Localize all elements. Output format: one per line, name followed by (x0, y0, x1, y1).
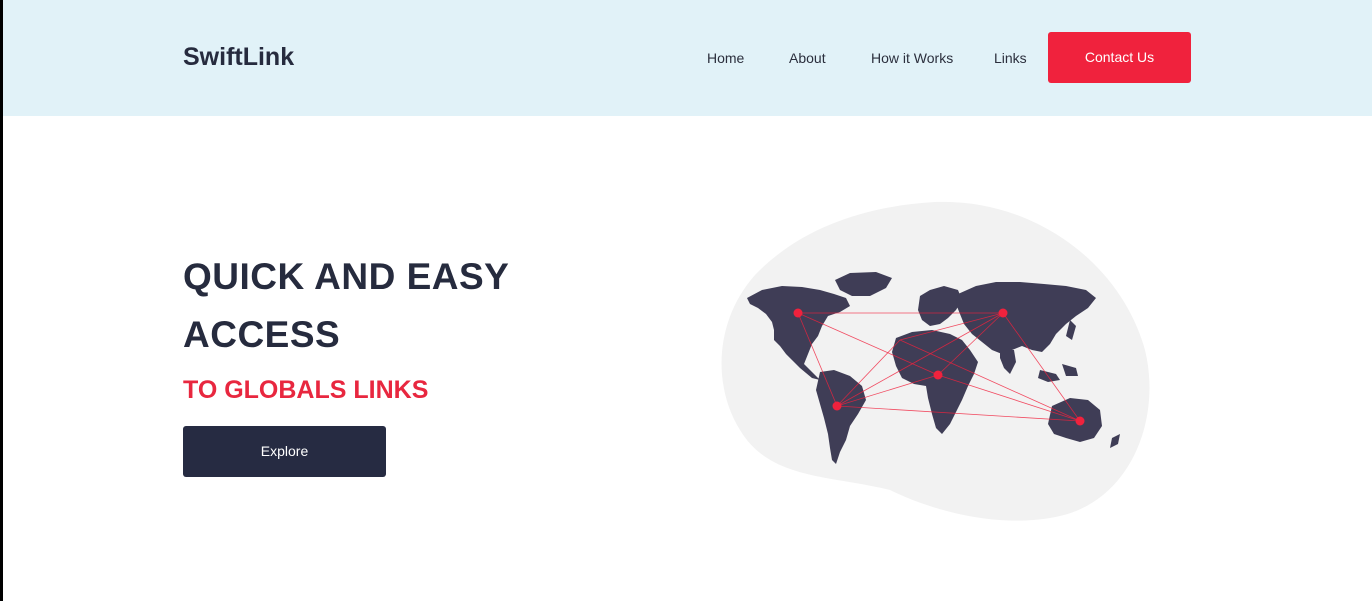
top-navbar: SwiftLink Home About How it Works Links … (3, 0, 1372, 116)
nav-links-link[interactable]: Links (994, 49, 1027, 67)
node-north-america (793, 308, 803, 318)
nav-about-link[interactable]: About (789, 49, 826, 67)
explore-button[interactable]: Explore (183, 426, 386, 477)
node-asia (998, 308, 1008, 318)
world-map-connections-icon (721, 201, 1150, 521)
hero-subtitle: TO GLOBALS LINKS (183, 376, 429, 404)
contact-us-button[interactable]: Contact Us (1048, 32, 1191, 83)
brand-logo[interactable]: SwiftLink (183, 41, 294, 73)
hero-title: QUICK AND EASY ACCESS (183, 256, 509, 355)
node-africa (933, 370, 943, 380)
node-australia (1075, 416, 1085, 426)
nav-how-it-works-link[interactable]: How it Works (871, 49, 953, 67)
nav-home-link[interactable]: Home (707, 49, 744, 67)
node-south-america (832, 401, 842, 411)
